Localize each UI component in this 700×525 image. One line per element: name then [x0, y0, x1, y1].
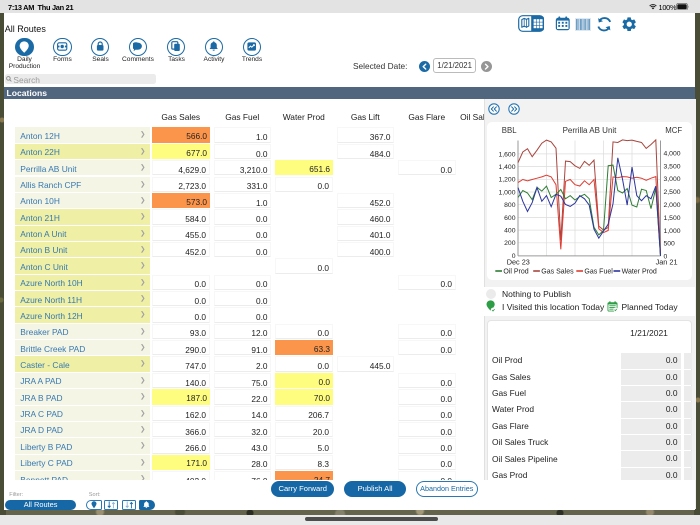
svg-text:400: 400	[504, 227, 516, 234]
svg-text:1,000: 1,000	[664, 227, 681, 234]
svg-text:Gas Sales: Gas Sales	[541, 268, 574, 275]
svg-text:1,400: 1,400	[498, 164, 515, 171]
svg-text:Gas Fuel: Gas Fuel	[584, 268, 613, 275]
svg-text:1,500: 1,500	[664, 214, 681, 221]
svg-text:Dec 23: Dec 23	[507, 257, 530, 266]
svg-text:Oil Prod: Oil Prod	[503, 268, 528, 275]
svg-text:2,500: 2,500	[664, 189, 681, 196]
svg-text:2,000: 2,000	[664, 202, 681, 209]
svg-text:1,600: 1,600	[498, 151, 515, 158]
svg-text:4,000: 4,000	[664, 150, 681, 157]
svg-text:1,200: 1,200	[498, 176, 515, 183]
svg-text:Water Prod: Water Prod	[622, 268, 657, 275]
svg-text:800: 800	[504, 202, 516, 209]
svg-text:200: 200	[504, 240, 516, 247]
svg-text:3,500: 3,500	[664, 163, 681, 170]
svg-text:1,000: 1,000	[498, 189, 515, 196]
svg-text:Jan 21: Jan 21	[656, 257, 678, 266]
svg-text:3,000: 3,000	[664, 176, 681, 183]
svg-text:600: 600	[504, 214, 516, 221]
svg-text:500: 500	[664, 240, 676, 247]
